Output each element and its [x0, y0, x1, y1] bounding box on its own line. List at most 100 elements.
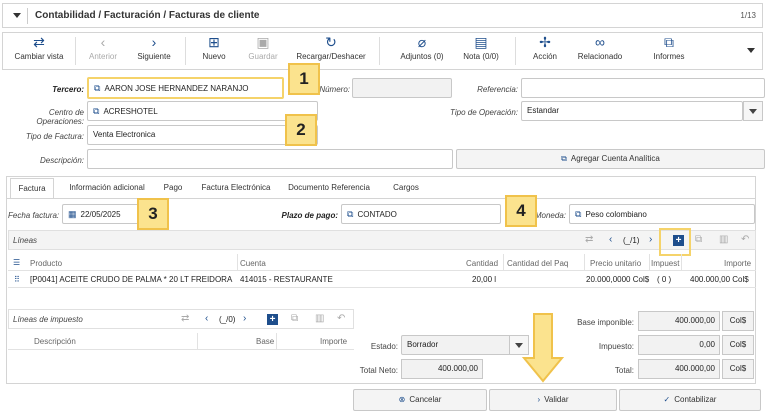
descripcion-field[interactable]	[87, 149, 453, 169]
tipo-factura-field[interactable]: Venta Electronica	[87, 125, 318, 145]
tab-pago[interactable]: Pago	[158, 178, 188, 198]
external-link-icon[interactable]: ⧉	[291, 313, 298, 324]
divider	[197, 333, 198, 349]
numero-field[interactable]	[352, 78, 452, 98]
cancel-button[interactable]: ⊗ Cancelar	[353, 389, 487, 411]
fecha-label: Fecha factura:	[8, 211, 60, 220]
tab-factura-electronica[interactable]: Factura Electrónica	[198, 178, 274, 198]
calendar-icon[interactable]: ▦	[68, 209, 77, 219]
validate-button[interactable]: › Validar	[489, 389, 617, 411]
plazo-field[interactable]: ⧉ CONTADO	[341, 204, 501, 224]
add-icon[interactable]: +	[267, 314, 278, 325]
divider	[681, 254, 682, 270]
paperclip-icon: ⌀	[417, 34, 427, 50]
check-icon: ✓	[663, 395, 671, 404]
centro-label: Centro de Operaciones:	[36, 108, 84, 126]
total-value: 400.000,00	[638, 359, 720, 379]
col-tax-base[interactable]: Base	[256, 337, 274, 346]
estado-select[interactable]: Borrador	[401, 335, 511, 355]
total-neto-value: 400.000,00	[401, 359, 483, 379]
save-button[interactable]: ▣ Guardar	[245, 33, 281, 69]
next-button[interactable]: › Siguiente	[131, 33, 177, 69]
moneda-field[interactable]: ⧉ Peso colombiano	[569, 204, 755, 224]
tax-lines-pager: (_/0)	[219, 315, 236, 324]
chevron-down-icon[interactable]	[13, 13, 21, 18]
trash-icon[interactable]: ▥	[719, 234, 728, 245]
related-button[interactable]: ∞ Relacionado	[575, 33, 625, 69]
external-link-icon[interactable]: ⧉	[347, 209, 353, 219]
tercero-label: Tercero:	[52, 85, 84, 94]
add-analytic-account-button[interactable]: ⧉ Agregar Cuenta Analítica	[456, 149, 765, 169]
row-impuesto: ( 0 )	[657, 275, 672, 284]
divider	[379, 37, 380, 65]
col-precio[interactable]: Precio unitario	[590, 259, 641, 268]
refresh-icon: ↻	[325, 34, 337, 50]
external-link-icon[interactable]: ⧉	[695, 234, 702, 245]
tipo-operacion-select[interactable]: Estandar	[521, 101, 743, 121]
previous-button[interactable]: ‹ Anterior	[83, 33, 123, 69]
divider	[237, 254, 238, 270]
swap-icon[interactable]: ⇄	[181, 313, 189, 324]
drag-handle-icon[interactable]: ⠿	[14, 275, 20, 284]
external-link-icon[interactable]: ⧉	[575, 209, 581, 219]
col-importe[interactable]: Importe	[724, 259, 751, 268]
col-tax-importe[interactable]: Importe	[320, 337, 347, 346]
switch-view-button[interactable]: ⇄ Cambiar vista	[11, 33, 67, 69]
col-impuesto[interactable]: Impuest	[651, 259, 679, 268]
tab-documento-referencia[interactable]: Documento Referencia	[284, 178, 374, 198]
tax-lines-header: Líneas de impuesto ⇄ ‹ (_/0) › + ⧉ ▥ ↶	[8, 309, 354, 329]
tax-lines-title: Líneas de impuesto	[13, 315, 83, 324]
base-label: Base imponible:	[577, 318, 634, 327]
lines-header: Líneas ⇄ ‹ (_/1) › + ⧉ ▥ ↶	[8, 230, 756, 250]
row-precio: 20.000,0000 Col$	[586, 275, 650, 284]
chevron-left-icon[interactable]: ‹	[609, 234, 612, 245]
undo-icon[interactable]: ↶	[741, 234, 749, 245]
impuesto-currency: Col$	[722, 335, 754, 355]
centro-field[interactable]: ⧉ ACRESHOTEL	[87, 101, 318, 121]
post-button[interactable]: ✓ Contabilizar	[619, 389, 761, 411]
tab-cargos[interactable]: Cargos	[388, 178, 424, 198]
referencia-field[interactable]	[521, 78, 765, 98]
list-icon[interactable]: ☰	[13, 258, 20, 267]
title-bar: Contabilidad / Facturación / Facturas de…	[2, 3, 763, 28]
chevron-left-icon: ‹	[100, 34, 106, 50]
chevron-down-icon[interactable]	[743, 101, 763, 121]
note-button[interactable]: ▤ Nota (0/0)	[459, 33, 503, 69]
descripcion-label: Descripción:	[39, 156, 84, 165]
external-link-icon[interactable]: ⧉	[94, 83, 100, 93]
col-cantidad[interactable]: Cantidad	[466, 259, 498, 268]
save-icon: ▣	[256, 34, 270, 50]
action-button[interactable]: ✢ Acción	[523, 33, 567, 69]
divider	[515, 37, 516, 65]
col-producto[interactable]: Producto	[30, 259, 62, 268]
col-tax-descripcion[interactable]: Descripción	[34, 337, 76, 346]
chevron-right-icon[interactable]: ›	[243, 313, 246, 324]
chevron-right-icon[interactable]: ›	[649, 234, 652, 245]
referencia-label: Referencia:	[477, 85, 518, 94]
chevron-down-icon[interactable]	[747, 48, 755, 53]
external-link-icon[interactable]: ⧉	[93, 106, 99, 116]
tab-factura[interactable]: Factura	[10, 178, 54, 198]
trash-icon[interactable]: ▥	[315, 313, 324, 324]
col-cuenta[interactable]: Cuenta	[240, 259, 266, 268]
plus-square-icon: ⊞	[208, 34, 220, 50]
row-importe: 400.000,00 Col$	[690, 275, 749, 284]
lines-pager: (_/1)	[623, 236, 640, 245]
external-link-icon: ⧉	[664, 34, 674, 50]
row-cantidad: 20,00 l	[472, 275, 497, 284]
new-button[interactable]: ⊞ Nuevo	[197, 33, 231, 69]
divider	[8, 287, 756, 288]
tab-informacion-adicional[interactable]: Información adicional	[62, 178, 152, 198]
tercero-field[interactable]: ⧉ AARON JOSE HERNANDEZ NARANJO	[87, 77, 284, 99]
chevron-left-icon[interactable]: ‹	[205, 313, 208, 324]
col-cantidad-paq[interactable]: Cantidad del Paq	[507, 259, 568, 268]
undo-icon[interactable]: ↶	[337, 313, 345, 324]
reports-button[interactable]: ⧉ Informes	[647, 33, 691, 69]
callout-1: 1	[288, 63, 320, 95]
chevron-right-icon: ›	[151, 34, 157, 50]
divider	[75, 37, 76, 65]
divider	[276, 333, 277, 349]
impuesto-label: Impuesto:	[598, 342, 634, 351]
swap-icon[interactable]: ⇄	[585, 234, 593, 245]
attachments-button[interactable]: ⌀ Adjuntos (0)	[397, 33, 447, 69]
